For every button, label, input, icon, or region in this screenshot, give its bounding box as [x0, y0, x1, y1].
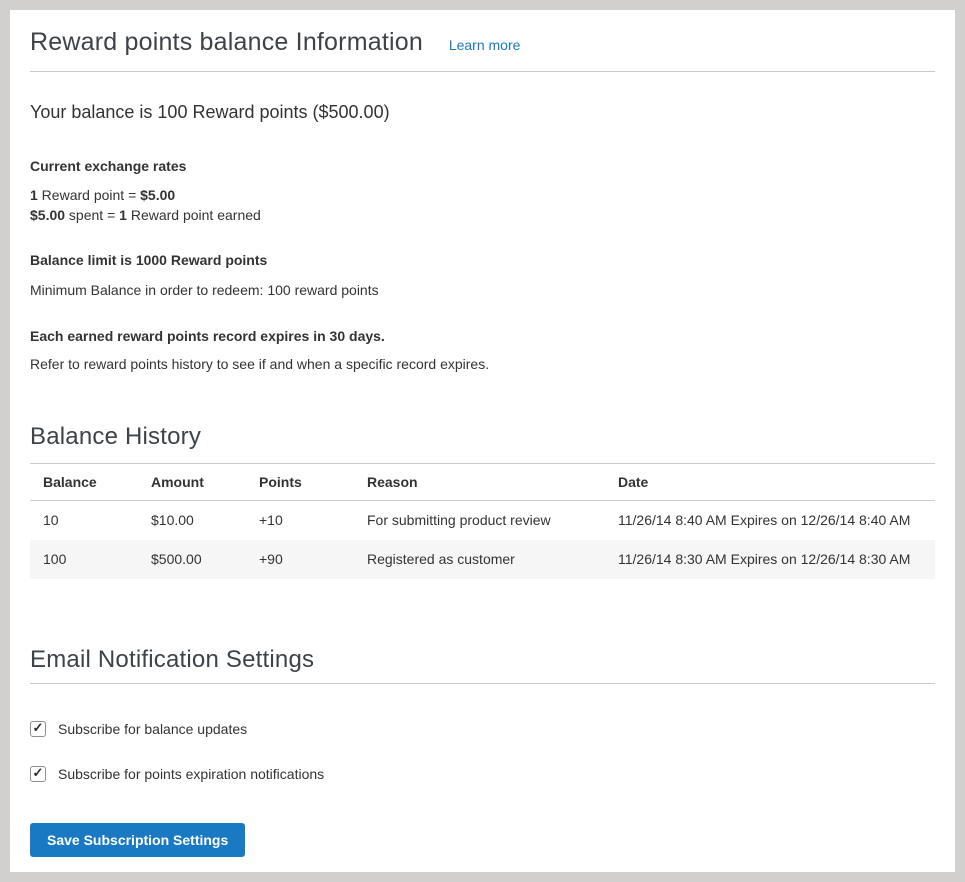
cell-balance: 10: [30, 501, 138, 540]
email-settings-divider: [30, 683, 935, 684]
column-header-date: Date: [605, 464, 935, 501]
column-header-reason: Reason: [354, 464, 605, 501]
rate-line-2: $5.00 spent = 1 Reward point earned: [30, 207, 261, 223]
cell-amount: $500.00: [138, 540, 246, 579]
cell-amount: $10.00: [138, 501, 246, 540]
expiration-notifications-label[interactable]: Subscribe for points expiration notifica…: [58, 766, 324, 782]
exchange-rates-text: 1 Reward point = $5.00 $5.00 spent = 1 R…: [30, 185, 935, 225]
balance-limit-text: Balance limit is 1000 Reward points: [30, 250, 935, 270]
column-header-points: Points: [246, 464, 354, 501]
save-subscription-settings-button[interactable]: Save Subscription Settings: [30, 823, 245, 857]
rate-line-1: 1 Reward point = $5.00: [30, 187, 175, 203]
table-row: 100 $500.00 +90 Registered as customer 1…: [30, 540, 935, 579]
column-header-amount: Amount: [138, 464, 246, 501]
balance-updates-option: Subscribe for balance updates: [30, 721, 935, 737]
balance-history-table: Balance Amount Points Reason Date 10 $10…: [30, 463, 935, 579]
column-header-balance: Balance: [30, 464, 138, 501]
learn-more-link[interactable]: Learn more: [449, 37, 521, 53]
expiration-note: Refer to reward points history to see if…: [30, 354, 935, 374]
balance-updates-label[interactable]: Subscribe for balance updates: [58, 721, 247, 737]
balance-updates-checkbox[interactable]: [30, 721, 46, 737]
cell-date: 11/26/14 8:30 AM Expires on 12/26/14 8:3…: [605, 540, 935, 579]
email-settings-heading: Email Notification Settings: [30, 646, 935, 674]
table-header-row: Balance Amount Points Reason Date: [30, 464, 935, 501]
table-row: 10 $10.00 +10 For submitting product rev…: [30, 501, 935, 540]
min-balance-text: Minimum Balance in order to redeem: 100 …: [30, 280, 935, 300]
cell-date: 11/26/14 8:40 AM Expires on 12/26/14 8:4…: [605, 501, 935, 540]
exchange-rates-heading: Current exchange rates: [30, 156, 935, 176]
cell-reason: Registered as customer: [354, 540, 605, 579]
expiration-heading: Each earned reward points record expires…: [30, 326, 935, 346]
cell-points: +90: [246, 540, 354, 579]
page-title: Reward points balance Information: [30, 28, 423, 56]
cell-reason: For submitting product review: [354, 501, 605, 540]
balance-history-heading: Balance History: [30, 423, 935, 451]
cell-balance: 100: [30, 540, 138, 579]
reward-points-page: Reward points balance Information Learn …: [10, 10, 955, 872]
page-title-wrapper: Reward points balance Information Learn …: [30, 10, 935, 72]
expiration-notifications-checkbox[interactable]: [30, 766, 46, 782]
cell-points: +10: [246, 501, 354, 540]
balance-summary: Your balance is 100 Reward points ($500.…: [30, 100, 935, 125]
expiration-notifications-option: Subscribe for points expiration notifica…: [30, 766, 935, 782]
